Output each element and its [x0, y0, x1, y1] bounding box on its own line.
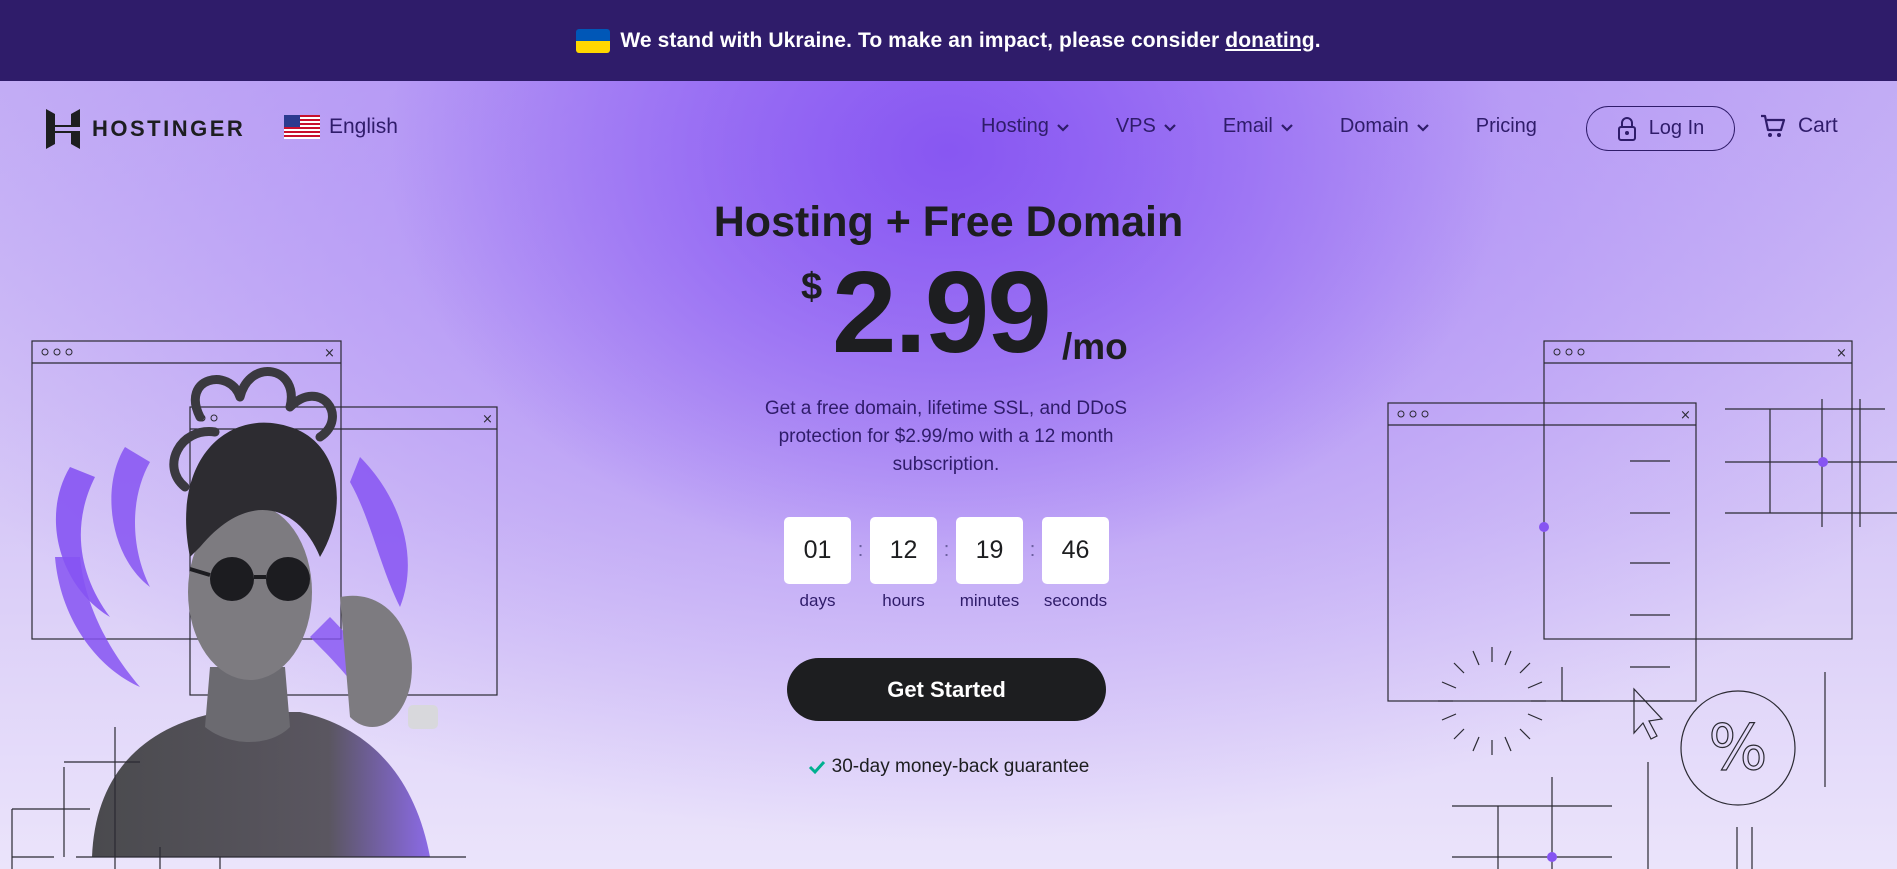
countdown-label: hours	[882, 591, 925, 610]
price-currency: $	[801, 266, 823, 308]
svg-text:×: ×	[482, 412, 493, 427]
chevron-down-icon	[1417, 123, 1429, 132]
us-flag-icon	[284, 115, 320, 139]
svg-text:×: ×	[1680, 408, 1691, 423]
login-label: Log In	[1648, 117, 1705, 139]
language-label: English	[329, 115, 398, 138]
countdown-hours: 12 hours	[870, 517, 937, 611]
price-amount: 2.99	[832, 247, 1052, 377]
cart-label: Cart	[1798, 114, 1838, 137]
countdown-label: minutes	[959, 591, 1020, 610]
countdown-value: 12	[870, 517, 937, 584]
ukraine-flag-icon	[576, 28, 611, 53]
countdown-separator: :	[1029, 539, 1036, 561]
nav-item-domain[interactable]: Domain	[1340, 115, 1431, 138]
svg-text:×: ×	[324, 346, 335, 361]
cursor-icon	[1633, 687, 1664, 740]
banner-text: We stand with Ukraine. To make an impact…	[620, 28, 1220, 52]
cart-icon	[1761, 114, 1786, 137]
nav-label: Email	[1222, 115, 1273, 137]
price-period: /mo	[1062, 326, 1128, 367]
nav-label: Pricing	[1475, 115, 1537, 137]
hero-description: Get a free domain, lifetime SSL, and DDo…	[764, 398, 1128, 475]
login-button[interactable]: Log In	[1586, 106, 1735, 151]
countdown-days: 01 days	[784, 517, 851, 611]
money-back-guarantee: 30-day money-back guarantee	[0, 756, 1897, 778]
countdown-label: seconds	[1043, 591, 1108, 610]
nav-label: Domain	[1339, 115, 1409, 137]
countdown-separator: :	[943, 539, 950, 561]
hostinger-logo-icon	[46, 109, 80, 149]
countdown-minutes: 19 minutes	[956, 517, 1023, 611]
countdown-timer: 01 days : 12 hours : 19 minutes : 46 sec…	[784, 517, 1109, 611]
chevron-down-icon	[1164, 123, 1176, 132]
nav-label: Hosting	[981, 115, 1049, 137]
donating-link[interactable]: donating	[1225, 29, 1314, 53]
nav-item-hosting[interactable]: Hosting	[981, 115, 1071, 138]
cart-button[interactable]: Cart	[1760, 114, 1838, 138]
chevron-down-icon	[1281, 123, 1293, 132]
hero-section: × × × × % HOSTINGER English Hosting VPS …	[0, 81, 1897, 869]
get-started-button[interactable]: Get Started	[787, 658, 1106, 721]
ukraine-banner: We stand with Ukraine. To make an impact…	[0, 0, 1897, 81]
countdown-value: 46	[1042, 517, 1109, 584]
countdown-separator: :	[857, 539, 864, 561]
check-icon	[808, 760, 825, 775]
hostinger-logo[interactable]: HOSTINGER	[46, 109, 245, 149]
lock-icon	[1617, 116, 1636, 141]
nav-item-email[interactable]: Email	[1223, 115, 1295, 138]
hero-headline: Hosting + Free Domain	[713, 198, 1184, 246]
primary-menu: Hosting VPS Email Domain Pricing	[981, 115, 1582, 138]
countdown-seconds: 46 seconds	[1042, 517, 1109, 611]
brand-name: HOSTINGER	[92, 116, 246, 141]
svg-text:×: ×	[1836, 346, 1847, 361]
countdown-value: 19	[956, 517, 1023, 584]
nav-item-vps[interactable]: VPS	[1116, 115, 1178, 138]
guarantee-text: 30-day money-back guarantee	[831, 756, 1090, 777]
price-display: $ 2.99 /mo	[798, 254, 1138, 374]
language-selector[interactable]: English	[284, 115, 398, 139]
chevron-down-icon	[1057, 123, 1069, 132]
main-navbar: HOSTINGER English Hosting VPS Email Doma…	[0, 81, 1897, 173]
banner-period: .	[1314, 28, 1321, 52]
nav-item-pricing[interactable]: Pricing	[1476, 115, 1537, 138]
nav-label: VPS	[1115, 115, 1156, 137]
countdown-value: 01	[784, 517, 851, 584]
countdown-label: days	[799, 591, 836, 610]
